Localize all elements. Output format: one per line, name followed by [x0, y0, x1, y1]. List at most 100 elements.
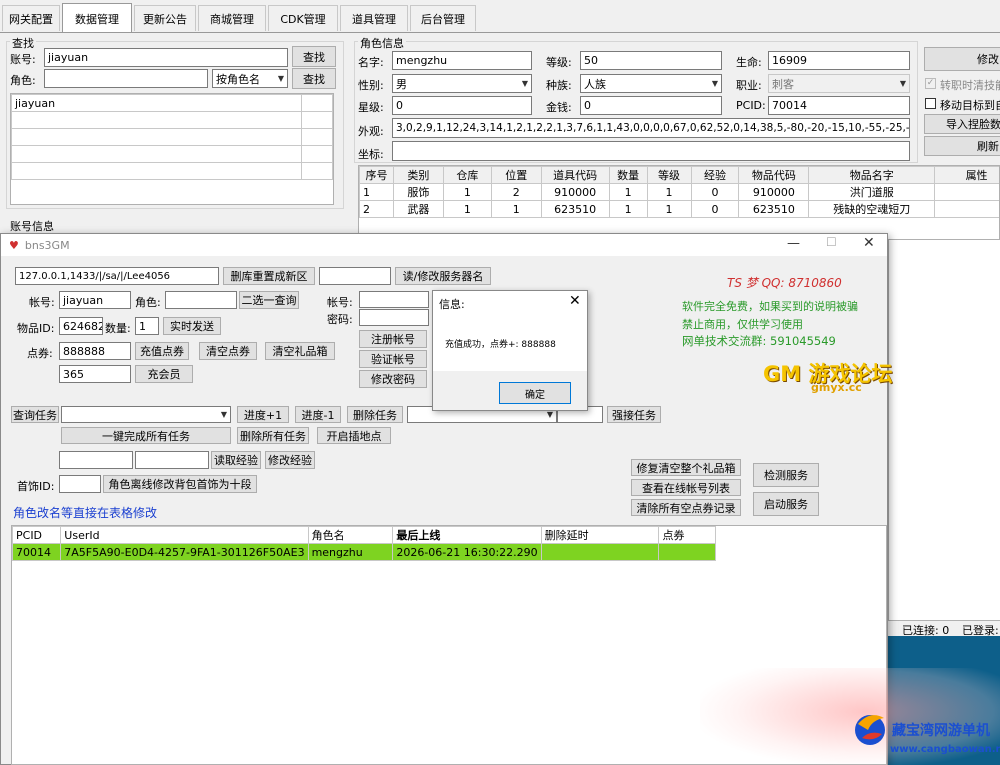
account-input[interactable]: jiayuan [44, 48, 288, 67]
items-col-header: 类别 [392, 166, 444, 184]
watermark-text: 藏宝湾网游单机 [892, 723, 990, 739]
watermark-url: www.cangbaowan.net [890, 744, 1000, 755]
read-exp-button[interactable]: 读取经验 [211, 451, 261, 469]
item-id-input[interactable]: 624682 [59, 317, 103, 335]
grid-col-header: 删除延时 [540, 526, 660, 544]
table-row[interactable]: 2 武器 1 1 623510 1 1 0 623510 残缺的空魂短刀 [359, 200, 999, 218]
move-target-checkbox[interactable] [925, 98, 936, 109]
list-item[interactable]: jiayuan [11, 94, 333, 112]
accessory-modify-button[interactable]: 角色离线修改背包首饰为十段 [103, 475, 257, 493]
open-map-button[interactable]: 开启插地点 [317, 427, 391, 444]
gm-role-input[interactable] [165, 291, 237, 309]
server-name-input[interactable] [319, 267, 391, 285]
job-select: 刺客 ▼ [768, 74, 910, 93]
repair-gift-button[interactable]: 修复清空整个礼品箱 [631, 459, 741, 476]
pcid-input[interactable]: 70014 [768, 96, 910, 115]
realtime-send-button[interactable]: 实时发送 [163, 317, 221, 335]
gender-select[interactable]: 男 ▼ [392, 74, 532, 93]
table-row[interactable]: 70014 7A5F5A90-E0D4-4257-9FA1-301126F50A… [12, 543, 716, 561]
items-col-header: 属性 [934, 166, 999, 184]
tab-data[interactable]: 数据管理 [62, 3, 132, 33]
exp-input-1[interactable] [59, 451, 133, 469]
gm-pwd-input[interactable] [359, 309, 429, 326]
coord-label: 坐标: [358, 148, 384, 161]
qty-input[interactable]: 1 [135, 317, 159, 335]
points-input[interactable]: 888888 [59, 342, 131, 360]
gender-value: 男 [396, 77, 407, 91]
name-input[interactable]: mengzhu [392, 51, 532, 70]
role-label: 角色: [10, 74, 36, 87]
check-service-button[interactable]: 检测服务 [753, 463, 819, 487]
query-quest-button[interactable]: 查询任务 [11, 406, 59, 423]
coord-input[interactable] [392, 141, 910, 161]
chevron-down-icon: ▼ [277, 74, 284, 83]
find-account-button[interactable]: 查找 [292, 46, 336, 67]
race-select[interactable]: 人族 ▼ [580, 74, 722, 93]
hp-input[interactable]: 16909 [768, 51, 910, 70]
table-cell: 1 [646, 183, 692, 201]
modify-exp-button[interactable]: 修改经验 [265, 451, 315, 469]
tab-mall[interactable]: 商城管理 [198, 5, 266, 31]
star-input[interactable]: 0 [392, 96, 532, 115]
start-service-button[interactable]: 启动服务 [753, 492, 819, 516]
list-item-text: jiayuan [11, 94, 302, 112]
refresh-button[interactable]: 刷新 [924, 136, 1000, 156]
force-quest-button[interactable]: 强接任务 [607, 406, 661, 423]
progress-minus-button[interactable]: 进度-1 [295, 406, 341, 423]
vip-button[interactable]: 充会员 [135, 365, 193, 383]
items-table[interactable]: 序号 类别 仓库 位置 道具代码 数量 等级 经验 物品代码 物品名字 属性 1… [358, 165, 1000, 240]
reset-db-button[interactable]: 删库重置成新区 [223, 267, 315, 285]
tab-backend[interactable]: 后台管理 [410, 5, 476, 31]
close-icon[interactable]: ✕ [863, 235, 875, 251]
table-cell: 623510 [540, 200, 610, 218]
view-online-button[interactable]: 查看在线帐号列表 [631, 479, 741, 496]
finish-all-quests-button[interactable]: 一键完成所有任务 [61, 427, 231, 444]
table-cell: mengzhu [307, 543, 394, 561]
modify-button[interactable]: 修改 [924, 47, 1000, 71]
clear-empty-points-button[interactable]: 清除所有空点券记录 [631, 499, 741, 516]
chevron-down-icon: ▼ [521, 79, 528, 88]
delete-quest-button[interactable]: 删除任务 [347, 406, 403, 423]
recharge-points-button[interactable]: 充值点券 [135, 342, 189, 360]
tab-notice[interactable]: 更新公告 [134, 5, 196, 31]
tab-items[interactable]: 道具管理 [340, 5, 408, 31]
conn-input[interactable]: 127.0.0.1,1433/|/sa/|/Lee4056 [15, 267, 219, 285]
role-input[interactable] [44, 69, 208, 88]
import-face-button[interactable]: 导入捏脸数 [924, 114, 1000, 134]
find-role-button[interactable]: 查找 [292, 68, 336, 89]
table-cell: 服饰 [392, 183, 444, 201]
search-mode-select[interactable]: 按角色名 ▼ [212, 69, 288, 88]
ok-button[interactable]: 确定 [499, 382, 571, 404]
exp-input-2[interactable] [135, 451, 209, 469]
clear-gift-button[interactable]: 清空礼品箱 [265, 342, 335, 360]
level-input[interactable]: 50 [580, 51, 722, 70]
minimize-icon[interactable]: — [787, 236, 800, 251]
search-group-title: 查找 [10, 35, 36, 51]
look-input[interactable]: 3,0,2,9,1,12,24,3,14,1,2,1,2,2,1,3,7,6,1… [392, 118, 910, 138]
clear-points-button[interactable]: 清空点券 [199, 342, 257, 360]
quest-select[interactable]: ▼ [61, 406, 231, 423]
table-row[interactable]: 1 服饰 1 2 910000 1 1 0 910000 洪门道服 [359, 183, 999, 201]
close-icon[interactable]: ✕ [569, 293, 581, 309]
gm-acct-input[interactable]: jiayuan [59, 291, 131, 309]
tab-gateway[interactable]: 网关配置 [2, 5, 60, 31]
gm-acct2-label: 帐号: [327, 296, 353, 309]
table-cell: 1 [359, 183, 394, 201]
accessory-input[interactable] [59, 475, 101, 493]
table-cell: 残缺的空魂短刀 [808, 200, 936, 218]
account-list[interactable]: jiayuan [10, 93, 334, 205]
delete-all-quests-button[interactable]: 删除所有任务 [237, 427, 309, 444]
gm-acct2-input[interactable] [359, 291, 429, 308]
verify-account-button[interactable]: 验证帐号 [359, 350, 427, 368]
tab-cdk[interactable]: CDK管理 [268, 5, 338, 31]
move-target-label: 移动目标到自 [940, 99, 1000, 112]
qty-label: 数量: [105, 322, 131, 335]
change-password-button[interactable]: 修改密码 [359, 370, 427, 388]
money-input[interactable]: 0 [580, 96, 722, 115]
either-query-button[interactable]: 二选一查询 [239, 291, 299, 309]
vip-days-input[interactable]: 365 [59, 365, 131, 383]
server-name-button[interactable]: 读/修改服务器名 [395, 267, 491, 285]
progress-plus-button[interactable]: 进度+1 [237, 406, 289, 423]
register-button[interactable]: 注册帐号 [359, 330, 427, 348]
message-box: 信息: ✕ 充值成功，点券+: 888888 确定 [432, 290, 588, 411]
